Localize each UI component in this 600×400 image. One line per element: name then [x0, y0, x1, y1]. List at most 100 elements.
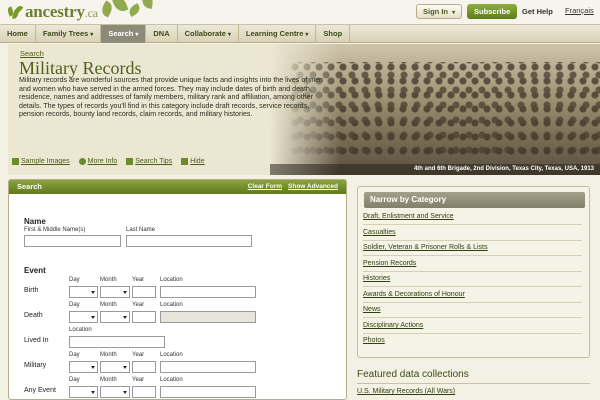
divider	[363, 333, 582, 334]
month-label: Month	[100, 277, 117, 283]
lived-in-label: Lived In	[24, 337, 49, 344]
first-name-label: First & Middle Name(s)	[24, 227, 86, 233]
category-link[interactable]: Photos	[363, 337, 385, 344]
location-label: Location	[160, 377, 183, 383]
any-event-location-input[interactable]	[160, 386, 256, 398]
search-form-header: Search Clear Form Show Advanced	[9, 180, 346, 194]
birth-month-select[interactable]	[100, 286, 130, 298]
day-label: Day	[69, 277, 80, 283]
event-section-label: Event	[24, 266, 46, 275]
clear-form-link[interactable]: Clear Form	[248, 183, 282, 190]
nav-search[interactable]: Search ▾	[101, 25, 147, 43]
info-icon	[78, 158, 86, 165]
divider	[363, 317, 582, 318]
birth-day-select[interactable]	[69, 286, 98, 298]
magnifier-icon	[126, 158, 134, 165]
birth-location-input[interactable]	[160, 286, 256, 298]
leaf-logo-icon	[6, 4, 24, 20]
ancestry-logo[interactable]: ancestry.ca	[6, 2, 98, 22]
last-name-label: Last Name	[126, 227, 156, 233]
year-label: Year	[132, 377, 145, 383]
narrow-by-category-title: Narrow by Category	[364, 192, 585, 208]
any-event-year-input[interactable]	[132, 386, 156, 398]
military-location-input[interactable]	[160, 361, 256, 373]
birth-label: Birth	[24, 287, 39, 294]
category-link[interactable]: Pension Records	[363, 260, 416, 267]
page-description: Military records are wonderful sources t…	[19, 76, 324, 119]
military-month-select[interactable]	[100, 361, 130, 373]
death-location-input[interactable]	[160, 311, 256, 323]
top-bar: ancestry.ca Sign In ▾ Subscribe Get Help…	[0, 0, 600, 24]
hero-banner: 4th and 6th Brigade, 2nd Division, Texas…	[8, 44, 600, 175]
main-nav: Home Family Trees ▾ Search ▾ DNA Collabora…	[0, 24, 600, 43]
month-label: Month	[100, 352, 117, 358]
featured-collections-title: Featured data collections	[357, 369, 469, 380]
divider	[363, 224, 582, 225]
sign-in-button[interactable]: Sign In ▾	[416, 4, 463, 19]
hide-link[interactable]: Hide	[181, 158, 205, 165]
chevron-down-icon: ▾	[227, 32, 231, 38]
category-link[interactable]: News	[363, 306, 381, 313]
year-label: Year	[132, 302, 145, 308]
location-label: Location	[69, 327, 92, 333]
military-year-input[interactable]	[132, 361, 156, 373]
location-label: Location	[160, 352, 183, 358]
get-help-link[interactable]: Get Help	[522, 7, 553, 16]
military-label: Military	[24, 362, 47, 369]
show-advanced-link[interactable]: Show Advanced	[288, 183, 338, 190]
day-label: Day	[69, 377, 80, 383]
any-event-day-select[interactable]	[69, 386, 98, 398]
location-label: Location	[160, 302, 183, 308]
category-link[interactable]: Draft, Enlistment and Service	[363, 213, 454, 220]
year-label: Year	[132, 352, 145, 358]
month-label: Month	[100, 377, 117, 383]
photo-caption: 4th and 6th Brigade, 2nd Division, Texas…	[270, 164, 600, 175]
nav-dna[interactable]: DNA	[146, 25, 178, 43]
category-link[interactable]: Histories	[363, 275, 390, 282]
nav-collaborate[interactable]: Collaborate ▾	[178, 25, 239, 43]
category-link[interactable]: Awards & Decorations of Honour	[363, 291, 465, 298]
divider	[363, 240, 582, 241]
nav-home[interactable]: Home	[0, 25, 36, 43]
category-link[interactable]: Disciplinary Actions	[363, 322, 423, 329]
category-link[interactable]: Casualties	[363, 229, 396, 236]
featured-collection-link[interactable]: U.S. Military Records (All Wars)	[357, 388, 455, 395]
divider	[363, 255, 582, 256]
year-label: Year	[132, 277, 145, 283]
divider	[357, 383, 590, 384]
day-label: Day	[69, 302, 80, 308]
lived-in-location-input[interactable]	[69, 336, 165, 348]
nav-shop[interactable]: Shop	[316, 25, 351, 43]
breadcrumb-search[interactable]: Search	[20, 49, 44, 58]
chevron-down-icon: ▾	[452, 10, 456, 16]
any-event-label: Any Event	[24, 387, 56, 394]
death-year-input[interactable]	[132, 311, 156, 323]
day-label: Day	[69, 352, 80, 358]
any-event-month-select[interactable]	[100, 386, 130, 398]
divider	[363, 302, 582, 303]
francais-link[interactable]: Français	[565, 6, 594, 15]
military-day-select[interactable]	[69, 361, 98, 373]
hide-icon	[181, 158, 189, 165]
first-name-input[interactable]	[24, 235, 121, 247]
birth-year-input[interactable]	[132, 286, 156, 298]
logo-text: ancestry.ca	[25, 2, 98, 21]
sample-images-link[interactable]: Sample Images	[12, 158, 70, 165]
category-link[interactable]: Soldier, Veteran & Prisoner Rolls & List…	[363, 244, 488, 251]
decorative-leaves-icon	[92, 0, 172, 24]
more-info-link[interactable]: More Info	[78, 158, 117, 165]
month-label: Month	[100, 302, 117, 308]
death-label: Death	[24, 312, 43, 319]
location-label: Location	[160, 277, 183, 283]
document-icon	[12, 158, 19, 165]
chevron-down-icon: ▾	[135, 32, 139, 38]
hero-links: Sample Images More Info Search Tips Hide	[12, 158, 205, 165]
nav-learning-centre[interactable]: Learning Centre ▾	[239, 25, 317, 43]
subscribe-button[interactable]: Subscribe	[467, 4, 518, 19]
nav-family-trees[interactable]: Family Trees ▾	[36, 25, 102, 43]
death-day-select[interactable]	[69, 311, 98, 323]
search-tips-link[interactable]: Search Tips	[126, 158, 172, 165]
divider	[363, 271, 582, 272]
last-name-input[interactable]	[126, 235, 252, 247]
death-month-select[interactable]	[100, 311, 130, 323]
